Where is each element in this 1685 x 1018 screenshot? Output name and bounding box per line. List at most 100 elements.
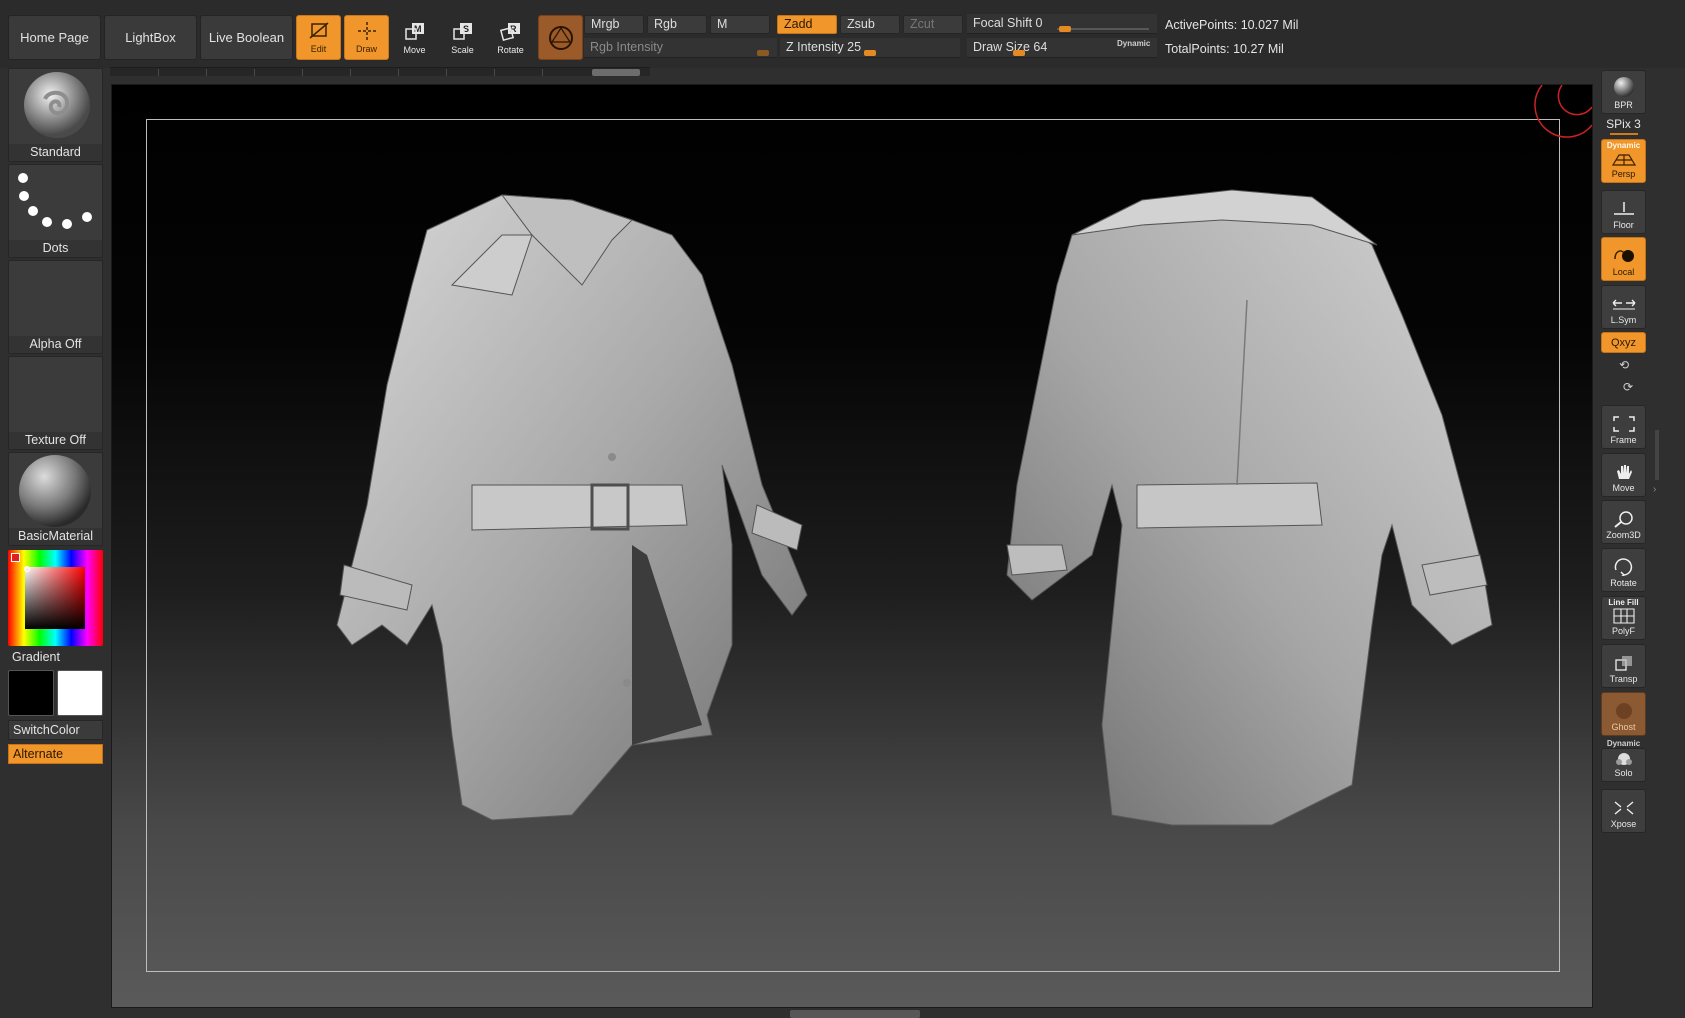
mrgb-toggle[interactable]: Mrgb: [584, 15, 644, 34]
hue-marker[interactable]: [11, 553, 20, 562]
saturation-value-square[interactable]: [25, 567, 85, 629]
gradient-toggle[interactable]: Gradient: [8, 648, 103, 666]
stroke-selector[interactable]: Dots: [8, 164, 103, 258]
ruler-tick: [446, 69, 447, 76]
ruler-tick: [350, 69, 351, 76]
alternate-button[interactable]: Alternate: [8, 744, 103, 764]
transp-label: Transp: [1609, 674, 1638, 684]
viewport-render[interactable]: [112, 85, 1593, 1008]
color-marker[interactable]: [24, 566, 30, 572]
color-picker[interactable]: [8, 550, 103, 646]
focal-shift-knob[interactable]: [1059, 26, 1071, 32]
brush-selector[interactable]: Standard: [8, 68, 103, 162]
frame-button[interactable]: Frame: [1601, 405, 1646, 449]
primary-color-swatch[interactable]: [8, 670, 54, 716]
transparency-toggle[interactable]: Transp: [1601, 644, 1646, 688]
expand-tray-arrow-icon[interactable]: ›: [1653, 484, 1656, 495]
active-points-stat: ActivePoints: 10.027 Mil: [1165, 18, 1299, 32]
line-fill-label: Line Fill: [1608, 598, 1639, 607]
draw-size-label: Draw Size 64: [973, 40, 1048, 54]
local-transform-toggle[interactable]: Local: [1601, 237, 1646, 281]
canvas-scroll-strip[interactable]: [110, 67, 650, 76]
rgb-intensity-slider[interactable]: Rgb Intensity: [584, 38, 777, 58]
transparency-squares-icon: [1614, 656, 1632, 671]
home-page-button[interactable]: Home Page: [8, 15, 101, 60]
view-navigation-gizmo[interactable]: [1532, 85, 1592, 145]
rgb-intensity-label: Rgb Intensity: [590, 40, 663, 54]
total-points-stat: TotalPoints: 10.27 Mil: [1165, 42, 1284, 56]
zadd-toggle[interactable]: Zadd: [777, 15, 837, 34]
z-intensity-knob[interactable]: [864, 50, 876, 56]
scale-label: Scale: [451, 45, 474, 55]
coat-back-model[interactable]: [1006, 189, 1493, 826]
material-selector[interactable]: BasicMaterial: [8, 452, 103, 546]
perspective-toggle[interactable]: Dynamic Persp: [1601, 139, 1646, 183]
move-view-button[interactable]: Move: [1601, 453, 1646, 497]
zsub-toggle[interactable]: Zsub: [840, 15, 900, 34]
secondary-color-swatch[interactable]: [57, 670, 103, 716]
m-toggle[interactable]: M: [710, 15, 770, 34]
material-swatch-button[interactable]: [538, 15, 583, 60]
lsym-label: L.Sym: [1610, 315, 1637, 325]
scroll-thumb[interactable]: [592, 69, 640, 76]
zoom3d-label: Zoom3D: [1606, 530, 1641, 540]
xyz-rotation-toggle[interactable]: Qxyz: [1601, 332, 1646, 353]
xpose-toggle[interactable]: Xpose: [1601, 789, 1646, 833]
ghost-sphere-icon: [1615, 703, 1632, 719]
alpha-label: Alpha Off: [9, 336, 102, 353]
solo-toggle[interactable]: Solo: [1601, 748, 1646, 782]
ruler-tick: [206, 69, 207, 76]
draw-size-knob[interactable]: [1013, 50, 1025, 56]
z-axis-rotate-icon[interactable]: ⟳: [1619, 380, 1637, 394]
draw-icon: [357, 22, 376, 40]
rotate-view-button[interactable]: Rotate: [1601, 548, 1646, 592]
y-axis-rotate-icon[interactable]: ⟲: [1615, 358, 1633, 372]
texture-selector[interactable]: Texture Off: [8, 356, 103, 450]
ruler-tick: [398, 69, 399, 76]
bpr-render-button[interactable]: BPR: [1601, 70, 1646, 114]
z-intensity-slider[interactable]: Z Intensity 25: [780, 38, 960, 58]
focal-shift-slider[interactable]: Focal Shift 0: [967, 14, 1157, 34]
ruler-tick: [542, 69, 543, 76]
spix-slider[interactable]: SPix 3: [1601, 117, 1646, 131]
persp-dynamic-label: Dynamic: [1606, 141, 1641, 150]
rotate-label: Rotate: [497, 45, 524, 55]
standard-brush-icon: [24, 72, 90, 138]
floor-label: Floor: [1613, 220, 1634, 230]
ghost-label: Ghost: [1611, 722, 1636, 732]
live-boolean-button[interactable]: Live Boolean: [200, 15, 293, 60]
material-label: BasicMaterial: [9, 528, 102, 545]
switch-color-button[interactable]: SwitchColor: [8, 720, 103, 740]
zcut-toggle[interactable]: Zcut: [903, 15, 963, 34]
local-symmetry-toggle[interactable]: L.Sym: [1601, 285, 1646, 329]
rgb-toggle[interactable]: Rgb: [647, 15, 707, 34]
rotate-icon: R: [499, 23, 520, 42]
dynamic-size-toggle[interactable]: Dynamic: [1117, 39, 1150, 48]
scale-button[interactable]: S Scale: [440, 15, 485, 60]
rgb-intensity-knob[interactable]: [757, 50, 769, 56]
edit-icon: [309, 22, 328, 39]
ghost-toggle[interactable]: Ghost: [1601, 692, 1646, 736]
zoom3d-button[interactable]: Zoom3D: [1601, 500, 1646, 544]
right-tray-scrollbar[interactable]: [1655, 430, 1659, 480]
edit-button[interactable]: Edit: [296, 15, 341, 60]
lightbox-button[interactable]: LightBox: [104, 15, 197, 60]
move-icon: M: [404, 23, 424, 40]
rotate-button[interactable]: R Rotate: [488, 15, 533, 60]
polyframe-toggle[interactable]: Line Fill PolyF: [1601, 596, 1646, 640]
bpr-sphere-icon: [1613, 77, 1634, 97]
perspective-grid-icon: [1611, 154, 1636, 166]
polyf-label: PolyF: [1611, 626, 1635, 636]
bottom-shelf-handle[interactable]: [790, 1010, 920, 1018]
zoom-magnifier-icon: [1613, 511, 1633, 528]
coat-front-model[interactable]: [336, 194, 808, 821]
move-view-label: Move: [1612, 483, 1635, 493]
alpha-selector[interactable]: Alpha Off: [8, 260, 103, 354]
document-canvas[interactable]: [111, 84, 1593, 1008]
top-toolbar: Home Page LightBox Live Boolean Edit Dra…: [0, 0, 1685, 68]
move-button[interactable]: M Move: [392, 15, 437, 60]
draw-button[interactable]: Draw: [344, 15, 389, 60]
ruler-tick: [494, 69, 495, 76]
spix-slider-bar[interactable]: [1610, 133, 1638, 135]
floor-toggle[interactable]: Floor: [1601, 190, 1646, 234]
